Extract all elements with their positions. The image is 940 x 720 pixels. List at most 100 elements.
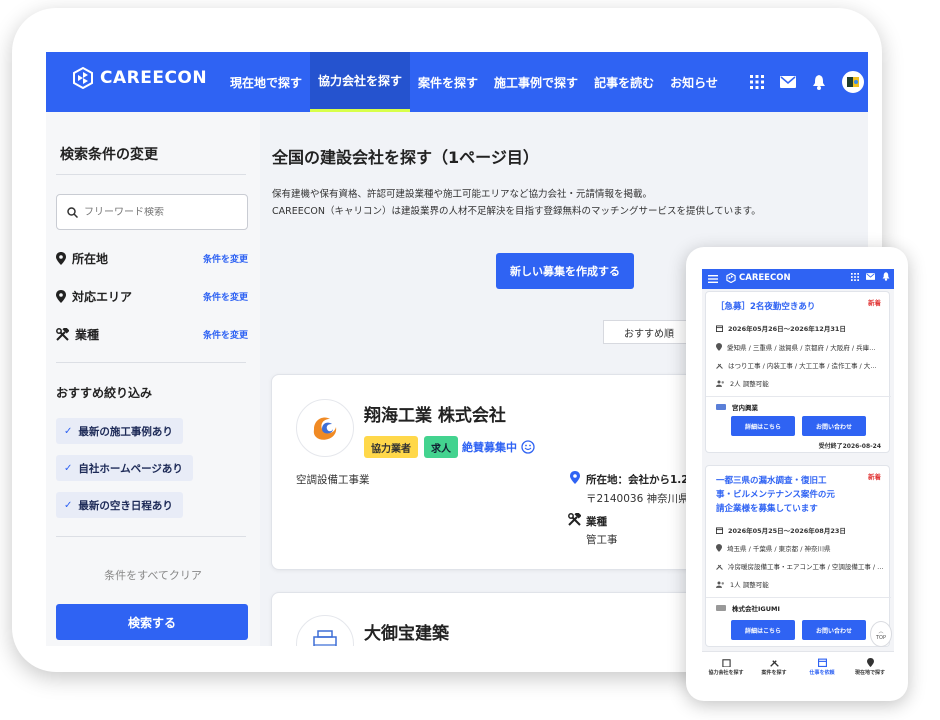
filter-chip-schedule[interactable]: ✓ 最新の空き日程あり — [56, 492, 183, 518]
nav-find-partners[interactable]: 協力会社を探す — [310, 52, 411, 112]
phone-frame: CAREECON ［急募］2名夜勤空きあり 新着 2026年05月26日〜202… — [686, 247, 908, 701]
change-condition-link[interactable]: 条件を変更 — [203, 328, 248, 341]
tools-icon — [568, 513, 581, 526]
careecon-logo[interactable]: CAREECON — [72, 67, 207, 89]
new-badge: 新着 — [868, 299, 881, 307]
clear-all-link[interactable]: 条件をすべてクリア — [46, 567, 260, 583]
chip-label: 最新の施工事例あり — [78, 425, 173, 438]
people-text: 2人 調整可能 — [730, 380, 769, 388]
recruiting-status: 絶賛募集中 — [462, 439, 535, 455]
pin-icon — [866, 657, 874, 667]
contact-button[interactable]: お問い合わせ — [802, 416, 866, 436]
company-name[interactable]: 翔海工業 株式会社 — [364, 401, 506, 426]
pin-icon — [56, 252, 66, 265]
calendar-icon — [817, 658, 827, 667]
industry-label: 業種 — [586, 516, 607, 528]
page-description: 保有建機や保有資格、許認可建設業種や施工可能エリアなど協力会社・元請情報を掲載。 — [272, 189, 653, 200]
create-recruitment-button[interactable]: 新しい募集を作成する — [496, 253, 634, 289]
careecon-mark-icon — [73, 67, 93, 89]
people-icon — [716, 581, 724, 588]
tools-icon — [716, 564, 723, 570]
filter-chip-cases[interactable]: ✓ 最新の施工事例あり — [56, 418, 183, 444]
search-button[interactable]: 検索する — [56, 604, 248, 640]
tag-partner: 協力業者 — [364, 436, 418, 458]
company-logo-icon — [716, 404, 726, 410]
bell-icon[interactable] — [882, 272, 890, 281]
calendar-icon — [716, 526, 723, 534]
job-areas: 埼玉県 / 千葉県 / 東京都 / 神奈川県 — [716, 543, 830, 553]
brand-name: CAREECON — [100, 68, 208, 88]
mail-icon[interactable] — [780, 76, 796, 88]
condition-area: 対応エリア 条件を変更 — [56, 288, 248, 305]
company-category: 空調設備工事業 — [296, 474, 370, 486]
deadline-text: 受付終了2026-08-24 — [818, 443, 881, 450]
tools-icon — [769, 659, 779, 667]
company-name[interactable]: 大御宝建築 — [364, 619, 449, 644]
job-title[interactable]: ［急募］2名夜勤空きあり — [716, 300, 815, 314]
contact-button[interactable]: お問い合わせ — [802, 620, 866, 640]
job-trades: 冷房暖房設備工事・エアコン工事 / 空調設備工事 / … — [716, 561, 884, 571]
condition-label: 対応エリア — [72, 290, 133, 304]
period-text: 2026年05月25日〜2026年08月23日 — [728, 527, 846, 535]
nav-find-projects[interactable]: 案件を探す — [410, 52, 486, 112]
recruit-label: 絶賛募集中 — [462, 441, 517, 454]
company-logo — [296, 615, 354, 646]
phone-logo[interactable]: CAREECON — [726, 273, 791, 283]
job-people: 2人 調整可能 — [716, 378, 769, 388]
search-box — [56, 194, 248, 230]
avatar[interactable] — [842, 71, 864, 93]
phone-screen: CAREECON ［急募］2名夜勤空きあり 新着 2026年05月26日〜202… — [702, 269, 894, 681]
header-icons — [750, 52, 868, 112]
job-card[interactable]: 一都三県の漏水調査・復旧工 事・ビルメンテナンス案件の元 請企業様を募集していま… — [705, 465, 891, 647]
nav-articles[interactable]: 記事を読む — [586, 52, 662, 112]
job-title-line[interactable]: 事・ビルメンテナンス案件の元 — [716, 488, 835, 502]
job-title-line[interactable]: 請企業様を募集しています — [716, 502, 818, 516]
bottom-nav-request-work[interactable]: 仕事を依頼 — [798, 652, 846, 681]
pin-icon — [56, 290, 66, 303]
avatar-image-icon — [847, 77, 859, 87]
job-company: 宮内興業 — [716, 402, 758, 412]
change-condition-link[interactable]: 条件を変更 — [203, 252, 248, 265]
trades-text: はつり工事 / 内装工事 / 大工工事 / 造作工事 / 大… — [728, 362, 877, 370]
careecon-mark-icon — [726, 273, 736, 283]
job-title-line[interactable]: 一都三県の漏水調査・復旧工 — [716, 474, 827, 488]
bottom-nav-find-projects[interactable]: 案件を探す — [750, 652, 798, 681]
company-logo-icon — [313, 417, 337, 440]
bottom-nav-find-partners[interactable]: 協力会社を探す — [702, 652, 750, 681]
check-icon: ✓ — [64, 425, 73, 437]
trades-text: 冷房暖房設備工事・エアコン工事 / 空調設備工事 / … — [728, 563, 884, 571]
grid-icon[interactable] — [750, 75, 764, 89]
bottom-nav-current-location[interactable]: 現在地で探す — [846, 652, 894, 681]
detail-button[interactable]: 詳細はこちら — [731, 416, 795, 436]
bottom-nav-label: 案件を探す — [761, 669, 787, 676]
filter-chip-homepage[interactable]: ✓ 自社ホームページあり — [56, 455, 193, 481]
recommended-title: おすすめ絞り込み — [56, 386, 153, 400]
chevron-up-icon: ︿ — [878, 628, 884, 635]
chip-label: 自社ホームページあり — [78, 462, 183, 475]
tools-icon — [56, 328, 69, 341]
new-badge: 新着 — [868, 473, 881, 481]
brand-name: CAREECON — [739, 273, 791, 283]
divider — [56, 536, 246, 537]
main-nav: 現在地で探す 協力会社を探す 案件を探す 施工事例で探す 記事を読む お知らせ — [222, 52, 726, 112]
hamburger-menu-icon[interactable] — [708, 275, 718, 283]
freeword-search-input[interactable] — [84, 206, 234, 218]
nav-news[interactable]: お知らせ — [662, 52, 726, 112]
page-title: 全国の建設会社を探す（1ページ目） — [272, 148, 539, 167]
phone-header: CAREECON — [702, 269, 894, 289]
pin-icon — [570, 471, 580, 484]
grid-icon[interactable] — [851, 272, 859, 281]
top-label: TOP — [875, 634, 886, 641]
detail-button[interactable]: 詳細はこちら — [731, 620, 795, 640]
back-to-top-button[interactable]: ︿ TOP — [870, 621, 892, 647]
mail-icon[interactable] — [866, 273, 875, 280]
job-card[interactable]: ［急募］2名夜勤空きあり 新着 2026年05月26日〜2026年12月31日 … — [705, 291, 891, 453]
nav-current-location[interactable]: 現在地で探す — [222, 52, 310, 112]
pin-icon — [716, 544, 722, 552]
nav-find-cases[interactable]: 施工事例で探す — [486, 52, 586, 112]
bell-icon[interactable] — [812, 74, 826, 90]
people-text: 1人 調整可能 — [730, 581, 769, 589]
building-icon — [313, 630, 337, 646]
check-icon: ✓ — [64, 462, 73, 474]
change-condition-link[interactable]: 条件を変更 — [203, 290, 248, 303]
